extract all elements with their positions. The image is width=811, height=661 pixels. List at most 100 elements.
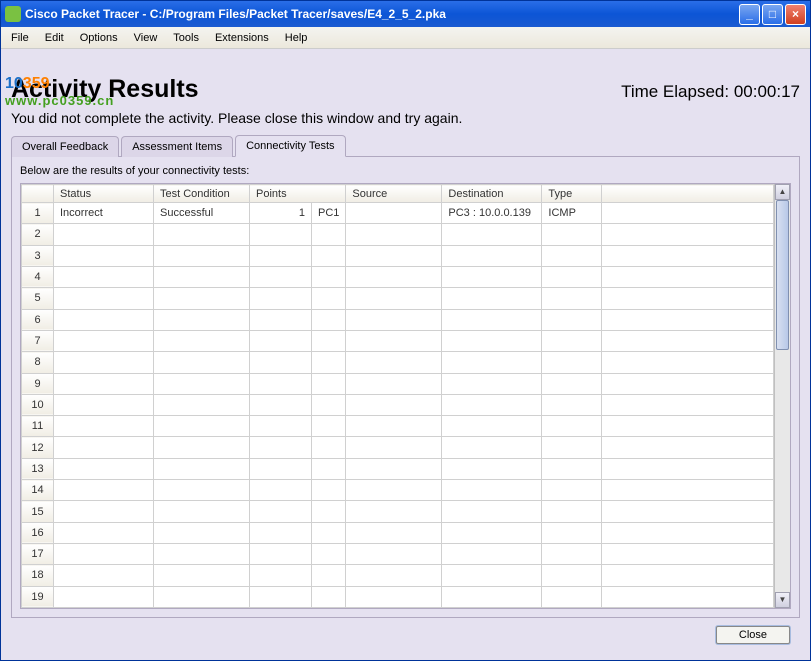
tab-connectivity-tests[interactable]: Connectivity Tests [235,135,345,157]
col-type[interactable]: Type [542,185,602,203]
table-row[interactable]: 3 [22,245,774,266]
close-window-button[interactable]: × [785,4,806,25]
cell-type [542,416,602,437]
footer: Close [11,618,800,652]
cell-spacer [602,480,774,501]
cell-source2 [346,437,442,458]
cell-test-condition [154,224,250,245]
row-number: 16 [22,522,54,543]
cell-points [250,224,312,245]
table-row[interactable]: 10 [22,394,774,415]
cell-test-condition [154,480,250,501]
table-row[interactable]: 1IncorrectSuccessful1PC1PC3 : 10.0.0.139… [22,203,774,224]
menu-extensions[interactable]: Extensions [209,30,275,46]
table-row[interactable]: 7 [22,330,774,351]
tab-panel: Below are the results of your connectivi… [11,157,800,618]
table-row[interactable]: 4 [22,266,774,287]
table-row[interactable]: 13 [22,458,774,479]
cell-type [542,544,602,565]
cell-source2 [346,245,442,266]
cell-status [54,501,154,522]
cell-source2 [346,330,442,351]
cell-destination [442,565,542,586]
menu-help[interactable]: Help [279,30,314,46]
menu-edit[interactable]: Edit [39,30,70,46]
cell-status [54,394,154,415]
elapsed-value: 00:00:17 [734,82,800,101]
cell-source [312,288,346,309]
col-test-condition[interactable]: Test Condition [154,185,250,203]
cell-destination [442,245,542,266]
minimize-button[interactable]: _ [739,4,760,25]
row-number: 2 [22,224,54,245]
cell-spacer [602,330,774,351]
cell-source2 [346,501,442,522]
scroll-up-icon[interactable]: ▲ [775,184,790,200]
content-area: 10359 www.pc0359.cn Activity Results Tim… [1,49,810,660]
vertical-scrollbar[interactable]: ▲ ▼ [774,184,790,608]
tab-overall-feedback[interactable]: Overall Feedback [11,136,119,157]
menu-options[interactable]: Options [74,30,124,46]
table-row[interactable]: 15 [22,501,774,522]
table-row[interactable]: 5 [22,288,774,309]
scroll-thumb[interactable] [776,200,789,350]
cell-source2 [346,416,442,437]
cell-source [312,480,346,501]
cell-spacer [602,309,774,330]
cell-points [250,416,312,437]
cell-status [54,245,154,266]
cell-source2 [346,522,442,543]
tab-assessment-items[interactable]: Assessment Items [121,136,233,157]
cell-status [54,309,154,330]
table-row[interactable]: 17 [22,544,774,565]
cell-source2 [346,288,442,309]
row-number: 7 [22,330,54,351]
table-row[interactable]: 19 [22,586,774,607]
col-source[interactable]: Source [346,185,442,203]
cell-source [312,522,346,543]
col-status[interactable]: Status [54,185,154,203]
table-row[interactable]: 9 [22,373,774,394]
cell-test-condition: Successful [154,203,250,224]
cell-destination [442,288,542,309]
cell-spacer [602,266,774,287]
menu-tools[interactable]: Tools [167,30,205,46]
cell-test-condition [154,565,250,586]
table-row[interactable]: 16 [22,522,774,543]
cell-type [542,266,602,287]
menu-view[interactable]: View [128,30,164,46]
header-row: Activity Results Time Elapsed: 00:00:17 [11,75,800,104]
close-button[interactable]: Close [716,626,790,644]
cell-source [312,330,346,351]
cell-destination [442,416,542,437]
table-row[interactable]: 11 [22,416,774,437]
col-destination[interactable]: Destination [442,185,542,203]
col-rownum[interactable] [22,185,54,203]
cell-source2 [346,565,442,586]
cell-status [54,373,154,394]
table-row[interactable]: 6 [22,309,774,330]
table-row[interactable]: 8 [22,352,774,373]
cell-test-condition [154,458,250,479]
cell-source [312,266,346,287]
table-row[interactable]: 12 [22,437,774,458]
cell-source [312,373,346,394]
table-row[interactable]: 18 [22,565,774,586]
cell-status [54,565,154,586]
cell-type [542,586,602,607]
scroll-down-icon[interactable]: ▼ [775,592,790,608]
cell-status [54,480,154,501]
row-number: 15 [22,501,54,522]
cell-type [542,501,602,522]
table-row[interactable]: 14 [22,480,774,501]
cell-source2 [346,266,442,287]
menu-file[interactable]: File [5,30,35,46]
table-row[interactable]: 2 [22,224,774,245]
col-points[interactable]: Points [250,185,346,203]
cell-type [542,330,602,351]
maximize-button[interactable]: □ [762,4,783,25]
cell-type [542,245,602,266]
cell-source: PC1 [312,203,346,224]
cell-spacer [602,373,774,394]
cell-spacer [602,224,774,245]
